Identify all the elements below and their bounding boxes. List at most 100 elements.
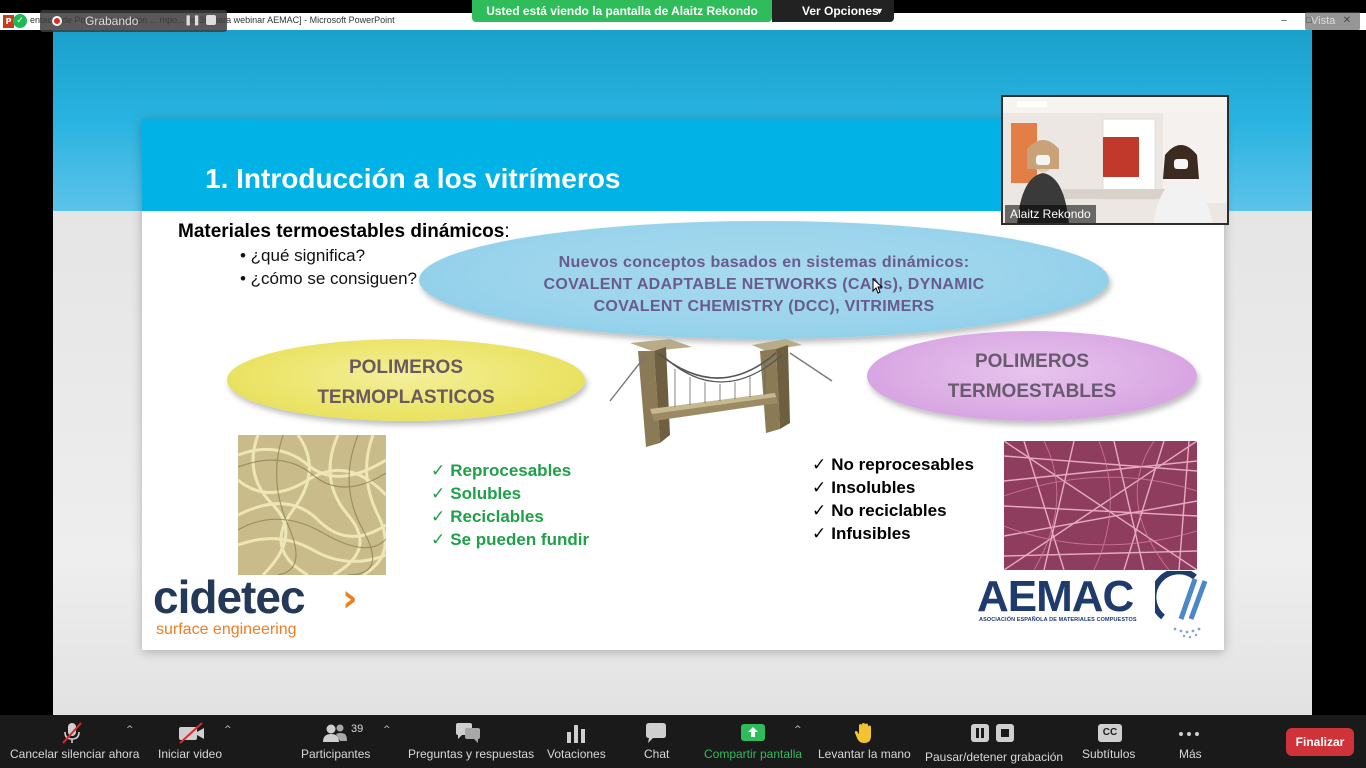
participant-video[interactable]: Alaitz Rekondo xyxy=(1001,95,1229,225)
share-screen-icon xyxy=(741,724,765,741)
materials-heading-bold: Materiales termoestables dinámicos xyxy=(178,221,505,242)
aemac-logo: AEMAC ASOCIACIÓN ESPAÑOLA DE MATERIALES … xyxy=(977,571,1217,645)
concepts-ellipse-text: Nuevos conceptos basados en sistemas din… xyxy=(419,252,1109,318)
pause-stop-recording-button[interactable]: Pausar/detener grabación xyxy=(920,715,1066,768)
meeting-toolbar: ^ Cancelar silenciar ahora ^ Iniciar vid… xyxy=(0,715,1366,768)
participants-button[interactable]: 39 ^ Participantes xyxy=(296,715,396,768)
more-label: Más xyxy=(1179,747,1202,761)
list-item: ✓ Infusibles xyxy=(812,522,974,545)
raise-hand-button[interactable]: Levantar la mano xyxy=(815,715,915,768)
thermoplastics-ellipse-text: POLIMEROS TERMOPLASTICOS xyxy=(227,353,585,413)
start-video-button[interactable]: ^ Iniciar video xyxy=(150,715,240,768)
view-options-button[interactable]: Ver Opciones ▼ xyxy=(772,0,894,22)
concepts-line: COVALENT CHEMISTRY (DCC), VITRIMERS xyxy=(593,298,935,315)
raise-hand-label: Levantar la mano xyxy=(818,747,911,761)
participants-count: 39 xyxy=(351,723,364,735)
pause-stop-recording-icon xyxy=(971,724,1014,742)
encryption-shield-icon[interactable]: ✓ xyxy=(13,14,27,28)
view-button[interactable]: Vista xyxy=(1305,12,1360,30)
pause-recording-icon[interactable]: ❚❚ xyxy=(184,14,201,28)
materials-heading: Materiales termoestables dinámicos: xyxy=(178,221,510,243)
mute-options-caret[interactable]: ^ xyxy=(126,725,134,735)
spaghetti-image xyxy=(238,435,386,575)
qa-button[interactable]: Preguntas y respuestas xyxy=(403,715,535,768)
polls-button[interactable]: Votaciones xyxy=(543,715,609,768)
list-item: ✓ Reciclables xyxy=(431,505,589,528)
more-dots-icon xyxy=(1179,732,1199,736)
property-label: Solubles xyxy=(450,484,522,503)
start-video-label: Iniciar video xyxy=(158,747,223,761)
bullet-item: • ¿cómo se consiguen? xyxy=(240,269,417,288)
thermosets-line: TERMOESTABLES xyxy=(947,381,1117,402)
participants-icon xyxy=(323,724,347,742)
materials-heading-colon: : xyxy=(504,221,510,242)
recording-dot-icon xyxy=(52,16,62,26)
subtitles-button[interactable]: CC Subtítulos xyxy=(1078,715,1142,768)
aemac-subtitle: ASOCIACIÓN ESPAÑOLA DE MATERIALES COMPUE… xyxy=(979,617,1137,623)
chevron-down-icon: ▼ xyxy=(875,6,884,16)
end-meeting-button[interactable]: Finalizar xyxy=(1286,728,1354,756)
participants-options-caret[interactable]: ^ xyxy=(383,725,391,735)
closed-captions-icon: CC xyxy=(1098,724,1122,742)
cidetec-logo: cidetec › surface engineering xyxy=(153,569,383,645)
minimize-icon[interactable]: – xyxy=(1275,14,1293,28)
stop-recording-icon[interactable] xyxy=(206,15,216,25)
view-options-label: Ver Opciones xyxy=(802,4,879,18)
check-icon: ✓ xyxy=(812,501,827,521)
pause-stop-recording-label: Pausar/detener grabación xyxy=(925,750,1064,764)
concepts-line: COVALENT ADAPTABLE NETWORKS (CANs), DYNA… xyxy=(543,276,985,293)
check-icon: ✓ xyxy=(812,455,827,475)
share-options-caret[interactable]: ^ xyxy=(794,725,802,735)
slide-title: 1. Introducción a los vitrímeros xyxy=(205,163,621,194)
check-icon: ✓ xyxy=(812,524,827,544)
list-item: ✓ Solubles xyxy=(431,482,589,505)
bridge-illustration xyxy=(609,339,833,447)
zoom-window: P entac... de Po... presentación ... mpo… xyxy=(0,0,1366,768)
microphone-muted-icon xyxy=(62,722,82,744)
list-item: ✓ Reprocesables xyxy=(431,459,589,482)
property-label: Insolubles xyxy=(831,478,916,497)
list-item: ✓ Se pueden fundir xyxy=(431,528,589,551)
cidetec-subtitle: surface engineering xyxy=(156,621,297,638)
recording-indicator: Grabando ❚❚ xyxy=(40,10,227,32)
chat-button[interactable]: Chat xyxy=(630,715,682,768)
cidetec-arrow-icon: › xyxy=(342,576,358,620)
screen-share-banner: Usted está viendo la pantalla de Alaitz … xyxy=(472,0,772,22)
aemac-logo-word: AEMAC xyxy=(977,572,1134,621)
qa-label: Preguntas y respuestas xyxy=(408,747,535,761)
list-item: ✓ No reciclables xyxy=(812,499,974,522)
thermoset-properties: ✓ No reprocesables ✓ Insolubles ✓ No recicl… xyxy=(812,453,974,545)
participant-name: Alaitz Rekondo xyxy=(1005,205,1096,223)
check-icon: ✓ xyxy=(812,478,827,498)
property-label: No reciclables xyxy=(831,501,947,520)
share-screen-button[interactable]: ^ Compartir pantalla xyxy=(700,715,810,768)
mouse-cursor-icon xyxy=(872,278,884,294)
check-icon: ✓ xyxy=(431,507,446,527)
property-label: Reprocesables xyxy=(450,461,572,480)
video-options-caret[interactable]: ^ xyxy=(224,725,232,735)
share-screen-label: Compartir pantalla xyxy=(704,747,803,761)
mute-label: Cancelar silenciar ahora xyxy=(10,747,140,761)
polls-label: Votaciones xyxy=(547,747,606,761)
raise-hand-icon xyxy=(854,723,871,743)
chat-label: Chat xyxy=(644,747,670,761)
property-label: Se pueden fundir xyxy=(450,530,590,549)
cidetec-logo-word: cidetec xyxy=(153,571,306,623)
property-label: Infusibles xyxy=(831,524,911,543)
mute-button[interactable]: ^ Cancelar silenciar ahora xyxy=(0,715,140,768)
thermoplastic-properties: ✓ Reprocesables ✓ Solubles ✓ Reciclables ✓ S… xyxy=(431,459,589,551)
more-button[interactable]: Más xyxy=(1168,715,1210,768)
chat-icon xyxy=(646,723,666,743)
aemac-emblem-icon xyxy=(1155,571,1208,639)
check-icon: ✓ xyxy=(431,530,446,550)
thermoplastics-line: POLIMEROS xyxy=(348,357,463,378)
participants-label: Participantes xyxy=(301,747,371,761)
thermosets-line: POLIMEROS xyxy=(974,351,1089,372)
list-item: ✓ No reprocesables xyxy=(812,453,974,476)
check-icon: ✓ xyxy=(431,461,446,481)
polls-icon xyxy=(567,725,585,743)
list-item: ✓ Insolubles xyxy=(812,476,974,499)
concepts-line: Nuevos conceptos basados en sistemas din… xyxy=(558,254,970,271)
view-button-label: Vista xyxy=(1311,15,1336,27)
thermoplastics-line: TERMOPLASTICOS xyxy=(317,387,495,408)
